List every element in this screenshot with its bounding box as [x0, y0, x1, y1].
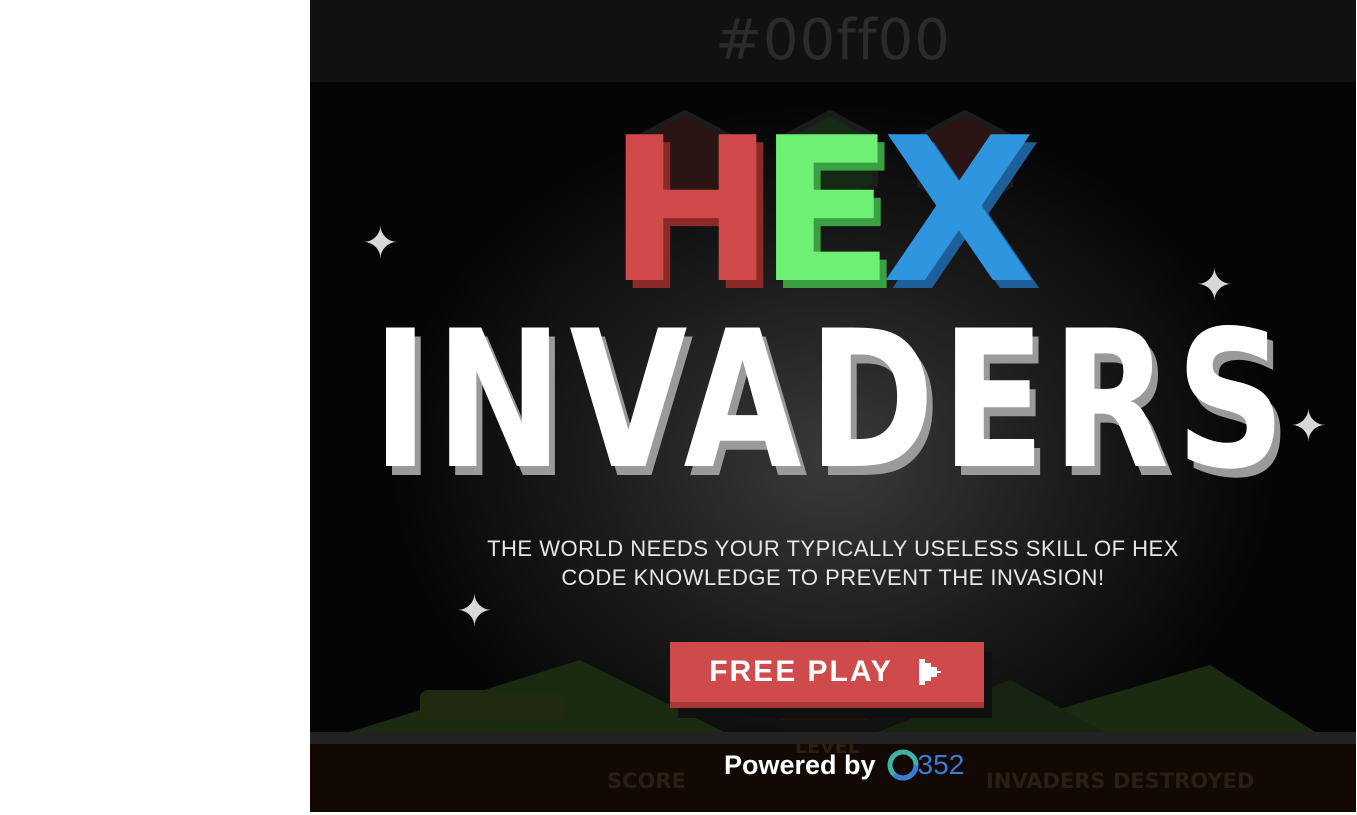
- brand-name: 352: [917, 749, 965, 780]
- free-play-button[interactable]: FREE PLAY: [670, 642, 992, 718]
- invaders-destroyed-label: INVADERS DESTROYED: [986, 769, 1255, 793]
- tagline: THE WORLD NEEDS YOUR TYPICALLY USELESS S…: [487, 536, 1179, 590]
- play-icon: [918, 659, 941, 685]
- hex-invaders-logo: H H E E X X INVADERS INVADERS: [372, 120, 1292, 500]
- ring-logo-icon: [887, 749, 919, 781]
- powered-by-text: Powered by: [724, 749, 876, 780]
- powered-by[interactable]: Powered by 352: [724, 746, 964, 784]
- sparkle-icon: ✦: [456, 586, 493, 637]
- svg-text:INVADERS: INVADERS: [372, 290, 1292, 500]
- hex-code-bar: #00ff00: [310, 0, 1356, 82]
- score-label: SCORE: [607, 769, 686, 793]
- hex-code-display: #00ff00: [715, 8, 951, 73]
- brand-logo[interactable]: 352: [884, 746, 965, 784]
- free-play-label: FREE PLAY: [709, 655, 893, 688]
- tank-icon: [485, 692, 565, 722]
- tank-icon: [420, 690, 490, 720]
- game-canvas: #00ff00 ✦ ✦ ✦ ✦ SCORE LEVEL INVADERS DES…: [310, 0, 1356, 812]
